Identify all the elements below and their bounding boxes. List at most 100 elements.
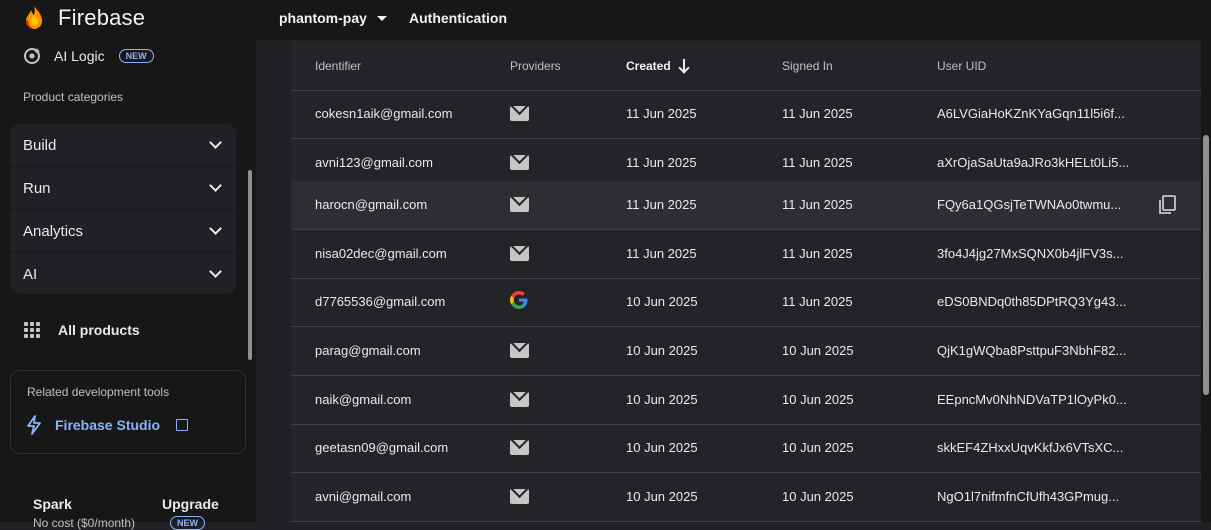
row-signed-in: 10 Jun 2025: [782, 440, 854, 455]
table-row[interactable]: nisa02dec@gmail.com 11 Jun 2025 11 Jun 2…: [291, 230, 1201, 279]
all-products-label: All products: [58, 322, 140, 338]
row-created: 11 Jun 2025: [626, 246, 697, 261]
row-signed-in: 11 Jun 2025: [782, 106, 853, 121]
project-selector[interactable]: phantom-pay: [279, 10, 387, 26]
chevron-down-icon: [209, 265, 222, 278]
copy-uid-icon[interactable]: [1158, 195, 1176, 215]
row-uid: QjK1gWQba8PsttpuF3NbhF82...: [937, 343, 1127, 358]
email-provider-icon: [510, 106, 529, 121]
row-created: 11 Jun 2025: [626, 106, 697, 121]
row-identifier: d7765536@gmail.com: [315, 294, 446, 309]
category-build[interactable]: Build: [10, 124, 236, 167]
firebase-studio-icon: [27, 415, 41, 435]
row-created: 10 Jun 2025: [626, 343, 698, 358]
table-row[interactable]: naik@gmail.com 10 Jun 2025 10 Jun 2025 E…: [291, 376, 1201, 425]
product-categories-heading: Product categories: [23, 90, 124, 104]
table-row[interactable]: parag@gmail.com 10 Jun 2025 10 Jun 2025 …: [291, 327, 1201, 376]
row-identifier: harocn@gmail.com: [315, 197, 428, 212]
header-created-label: Created: [626, 59, 671, 73]
row-signed-in: 11 Jun 2025: [782, 155, 853, 170]
header-created[interactable]: Created: [626, 59, 689, 73]
firebase-studio-link[interactable]: Firebase Studio: [25, 415, 189, 435]
row-uid: 3fo4J4jg27MxSQNX0b4jlFV3s...: [937, 246, 1124, 261]
table-row[interactable]: avni@gmail.com 10 Jun 2025 10 Jun 2025 N…: [291, 473, 1201, 522]
category-label: Build: [23, 136, 57, 154]
plan-cost: No cost ($0/month): [33, 516, 136, 530]
sidebar-scrollbar[interactable]: [248, 170, 252, 360]
table-header: Identifier Providers Created Signed In U…: [291, 42, 1201, 91]
email-provider-icon: [510, 197, 529, 212]
row-signed-in: 10 Jun 2025: [782, 489, 854, 504]
row-identifier: avni@gmail.com: [315, 489, 412, 504]
category-ai[interactable]: AI: [10, 253, 236, 295]
sidebar: AI Logic NEW Product categories Build Ru…: [0, 40, 256, 530]
chevron-down-icon: [209, 136, 222, 149]
row-uid: aXrOjaSaUta9aJRo3kHELt0Li5...: [937, 155, 1130, 170]
category-list: Build Run Analytics AI: [10, 124, 236, 294]
email-provider-icon: [510, 440, 529, 455]
category-run[interactable]: Run: [10, 167, 236, 210]
email-provider-icon: [510, 155, 529, 170]
category-analytics[interactable]: Analytics: [10, 210, 236, 253]
row-uid: eDS0BNDq0th85DPtRQ3Yg43...: [937, 294, 1127, 309]
category-label: AI: [23, 265, 38, 283]
row-created: 10 Jun 2025: [626, 489, 698, 504]
row-created: 11 Jun 2025: [626, 197, 697, 212]
header-providers[interactable]: Providers: [510, 59, 561, 73]
caret-down-icon: [376, 15, 387, 21]
new-badge: NEW: [118, 49, 154, 63]
table-row[interactable]: cokesn1aik@gmail.com 11 Jun 2025 11 Jun …: [291, 90, 1201, 139]
row-created: 11 Jun 2025: [626, 155, 697, 170]
row-identifier: nisa02dec@gmail.com: [315, 246, 447, 261]
users-table: Identifier Providers Created Signed In U…: [291, 42, 1201, 522]
apps-grid-icon: [24, 322, 40, 338]
row-uid: NgO1l7nifmfnCfUfh43GPmug...: [937, 489, 1120, 504]
header-identifier[interactable]: Identifier: [315, 59, 361, 73]
dev-tools-card: Related development tools Firebase Studi…: [10, 370, 246, 454]
top-bar: Firebase phantom-pay Authentication: [0, 0, 1211, 40]
category-label: Analytics: [23, 222, 84, 240]
ai-logic-icon: [24, 48, 40, 64]
table-row[interactable]: d7765536@gmail.com 10 Jun 2025 11 Jun 20…: [291, 278, 1201, 327]
project-name: phantom-pay: [279, 10, 367, 26]
row-uid: FQy6a1QGsjTeTWNAo0twmu...: [937, 197, 1122, 212]
ai-logic-label: AI Logic: [54, 48, 105, 64]
dev-tools-heading: Related development tools: [27, 385, 170, 399]
page-title: Authentication: [409, 10, 507, 26]
category-label: Run: [23, 179, 51, 197]
email-provider-icon: [510, 343, 529, 358]
sort-down-arrow-icon[interactable]: [679, 59, 689, 73]
sidebar-item-ai-logic[interactable]: AI Logic NEW: [22, 46, 154, 66]
row-identifier: cokesn1aik@gmail.com: [315, 106, 453, 121]
row-identifier: avni123@gmail.com: [315, 155, 433, 170]
chevron-down-icon: [209, 222, 222, 235]
row-created: 10 Jun 2025: [626, 392, 698, 407]
main-scrollbar-thumb[interactable]: [1203, 135, 1209, 395]
firebase-studio-label: Firebase Studio: [55, 417, 161, 433]
row-created: 10 Jun 2025: [626, 294, 698, 309]
table-row-hovered[interactable]: harocn@gmail.com 11 Jun 2025 11 Jun 2025…: [291, 181, 1201, 230]
header-uid[interactable]: User UID: [937, 59, 986, 73]
plan-name: Spark: [33, 496, 72, 512]
all-products-link[interactable]: All products: [24, 322, 140, 338]
header-signed-in[interactable]: Signed In: [782, 59, 833, 73]
row-identifier: parag@gmail.com: [315, 343, 421, 358]
email-provider-icon: [510, 246, 529, 261]
row-signed-in: 11 Jun 2025: [782, 197, 853, 212]
upgrade-new-badge: NEW: [170, 516, 205, 530]
firebase-logo-icon[interactable]: [22, 4, 46, 32]
row-identifier: naik@gmail.com: [315, 392, 412, 407]
brand-title[interactable]: Firebase: [58, 5, 145, 31]
row-uid: skkEF4ZHxxUqvKkfJx6VTsXC...: [937, 440, 1124, 455]
table-row[interactable]: geetasn09@gmail.com 10 Jun 2025 10 Jun 2…: [291, 424, 1201, 473]
row-signed-in: 10 Jun 2025: [782, 343, 854, 358]
google-provider-icon: [510, 291, 528, 309]
upgrade-button[interactable]: Upgrade: [162, 496, 219, 512]
email-provider-icon: [510, 489, 529, 504]
row-signed-in: 10 Jun 2025: [782, 392, 854, 407]
row-signed-in: 11 Jun 2025: [782, 294, 853, 309]
chevron-down-icon: [209, 179, 222, 192]
row-created: 10 Jun 2025: [626, 440, 698, 455]
external-link-icon: [176, 419, 189, 431]
row-identifier: geetasn09@gmail.com: [315, 440, 449, 455]
